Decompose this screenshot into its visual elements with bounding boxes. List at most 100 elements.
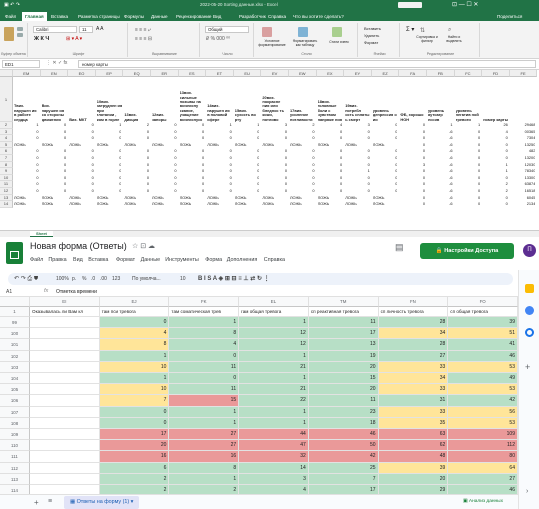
table-cell[interactable]: 0 [169,350,240,362]
merge-icon[interactable]: ≡ ≡ ≡ ⊟ [135,36,152,42]
table-cell[interactable]: 0 [262,163,287,167]
font-size-select[interactable]: 11 [79,26,93,33]
menu-item-9[interactable]: Справка [264,257,285,263]
table-cell[interactable]: 80 [448,451,518,463]
table-cell[interactable]: 16518 [511,189,536,193]
column-header-FE[interactable]: FE [509,70,538,77]
table-cell[interactable]: 20 [308,361,379,373]
table-cell[interactable]: 0 [345,163,370,167]
table-cell[interactable]: 22 [239,395,309,407]
table-cell[interactable]: ЛОЖЬ [152,202,177,206]
table-cell[interactable]: 0 [207,136,232,140]
table-cell[interactable]: 112 [448,440,518,452]
table-cell[interactable]: 0 [180,149,204,153]
formula-input[interactable]: номер карты [78,60,536,68]
row-header-12[interactable]: 12 [0,188,13,195]
table-cell[interactable]: 0 [152,156,176,160]
table-cell[interactable]: 1 [169,473,240,485]
table-cell[interactable]: 41 [448,339,518,351]
sort-filter-icon[interactable]: ⇅ [420,27,425,34]
table-cell[interactable]: 15 [308,373,379,385]
table-cell[interactable]: 34 [378,328,449,340]
column-header-EP[interactable]: EP [95,70,124,77]
calendar-icon[interactable] [525,284,534,293]
percent-button[interactable]: % [82,276,86,282]
table-cell[interactable]: 0 [318,189,342,193]
table-cell[interactable]: 16 [99,451,170,463]
table-cell[interactable]: 0 [42,136,66,140]
table-cell[interactable]: ЛОЖЬ [152,196,177,200]
table-cell[interactable]: 0 [97,182,121,186]
table-cell[interactable]: 0 [373,130,397,134]
table-cell[interactable] [30,440,100,452]
table-cell[interactable]: 8 [99,339,170,351]
table-cell[interactable] [30,451,100,463]
table-cell[interactable]: 0 [235,156,259,160]
corner-cell[interactable] [0,297,30,307]
table-cell[interactable]: 17 [308,328,379,340]
table-cell[interactable]: 0 [262,136,287,140]
menu-item-5[interactable]: Данные [141,257,160,263]
column-header-FA[interactable]: FA [399,70,427,77]
table-cell[interactable]: 0 [318,169,342,173]
table-cell[interactable]: 0 [124,182,149,186]
column-header-ES[interactable]: ES [178,70,207,77]
table-cell[interactable]: 39 [448,317,518,329]
formula-icons[interactable]: ⋮ ✕ ✓ fx [46,60,67,66]
table-cell[interactable]: 23 [308,406,379,418]
column-header-TM[interactable]: TM [308,297,379,307]
table-cell[interactable]: 0 [69,163,94,167]
table-cell[interactable]: 14 [239,462,309,474]
column-header-FN[interactable]: FN [378,297,449,307]
explore-button[interactable]: ▣ Анализ данных [460,497,506,507]
table-cell[interactable]: -6 [428,202,452,206]
menu-item-0[interactable]: Файл [30,257,43,263]
column-header-EI[interactable]: EI [30,297,100,307]
row-header-7[interactable]: 7 [0,155,13,162]
table-cell[interactable]: 0 [400,149,425,153]
sheets-logo-icon[interactable] [6,242,23,264]
table-cell[interactable]: 0 [290,189,314,193]
table-cell[interactable]: 2 [99,485,170,494]
table-cell[interactable]: 1 [239,373,309,385]
table-cell[interactable]: 0 [124,189,149,193]
excel-tab-2[interactable]: Вставка [48,12,71,21]
table-cell[interactable]: 0 [14,163,38,167]
table-cell[interactable]: 1 [99,373,170,385]
excel-tab-3[interactable]: Разметка страницы [75,12,123,21]
table-cell[interactable]: 2 [169,485,240,494]
table-cell[interactable]: 10 [99,384,170,396]
table-cell[interactable]: 0 [483,202,508,206]
table-cell[interactable]: 49 [448,373,518,385]
table-cell[interactable]: 31 [378,395,449,407]
table-cell[interactable]: ЛОЖЬ [207,202,232,206]
table-cell[interactable]: 0 [207,156,232,160]
table-cell[interactable]: 0 [290,182,314,186]
avatar[interactable]: П [523,244,536,257]
align-icon[interactable]: ≡ ≡ ≡ ⤶ [135,27,151,33]
row-header-114[interactable]: 114 [0,485,30,494]
table-cell[interactable]: 7304 [511,136,536,140]
table-cell[interactable]: 0 [345,156,370,160]
table-cell[interactable]: 1 [169,417,240,429]
table-cell[interactable]: 0 [373,176,397,180]
table-cell[interactable]: -6 [428,136,452,140]
table-cell[interactable]: 0 [97,149,121,153]
table-cell[interactable]: 0 [152,149,176,153]
table-cell[interactable]: ЛОЖЬ [14,202,39,206]
column-header-EU[interactable]: EU [233,70,262,77]
table-cell[interactable]: 0 [456,202,480,206]
table-cell[interactable]: 3 [345,123,370,127]
more-formats-button[interactable]: 123 [112,276,120,282]
table-cell[interactable]: 3 [400,163,425,167]
table-cell[interactable]: 4 [99,328,170,340]
table-cell[interactable]: 46 [448,350,518,362]
table-cell[interactable]: 0 [290,163,314,167]
sheet-tab[interactable]: ▦ Ответы на форму (1) ▾ [64,496,140,509]
table-cell[interactable]: 0 [400,156,425,160]
table-cell[interactable]: 1 [14,123,38,127]
row-header-107[interactable]: 107 [0,406,30,418]
table-cell[interactable]: ЛОЖЬ [124,143,149,147]
table-cell[interactable]: 35 [378,417,449,429]
table-cell[interactable]: 20 [378,473,449,485]
